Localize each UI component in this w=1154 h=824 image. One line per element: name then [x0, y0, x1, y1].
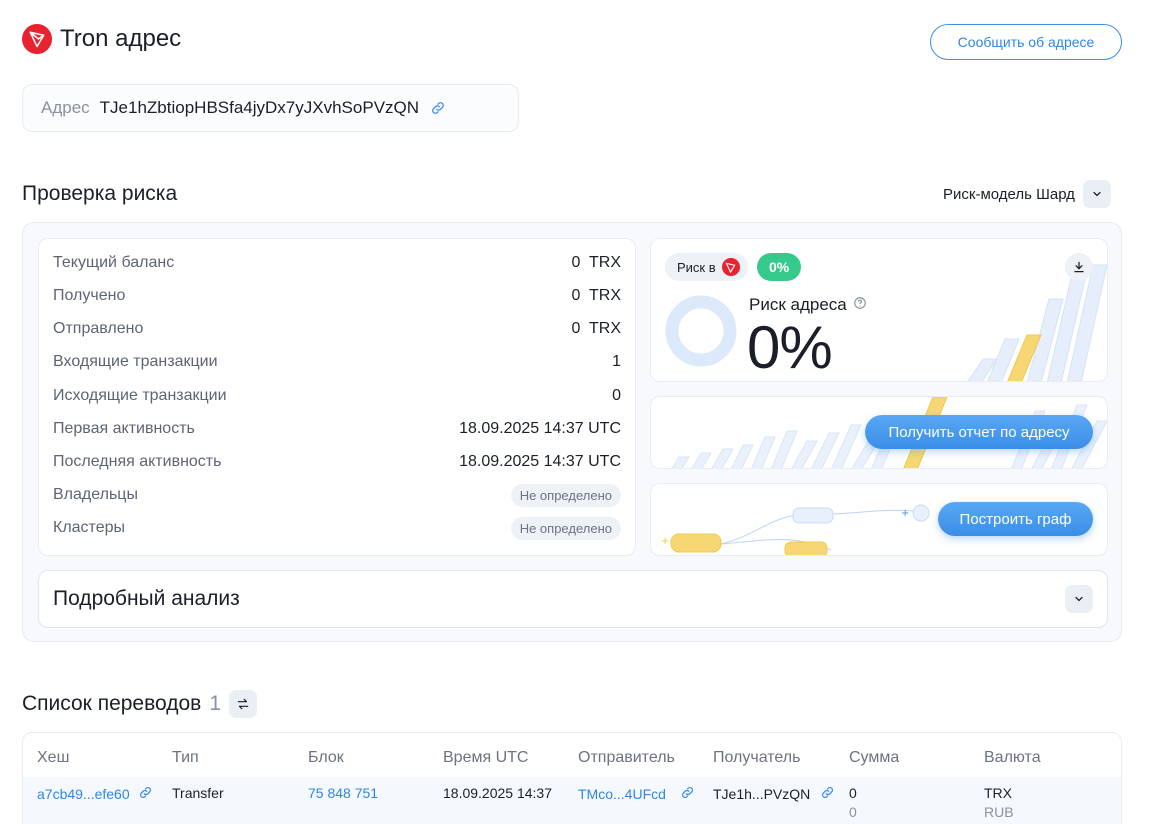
chevron-down-icon[interactable] — [1065, 585, 1093, 613]
risk-score-value: 0% — [747, 314, 833, 381]
transfers-header: Список переводов 1 — [22, 690, 258, 718]
address-label: Адрес — [41, 98, 90, 117]
stat-value: 0 TRX — [571, 320, 622, 337]
stat-row: Владельцы Не определено — [53, 483, 621, 507]
page-title: Tron адрес — [60, 25, 182, 52]
get-report-button[interactable]: Получить отчет по адресу — [865, 415, 1093, 449]
transfers-title: Список переводов — [22, 692, 202, 715]
stat-row: Первая активность 18.09.2025 14:37 UTC — [53, 417, 621, 441]
stat-value: 1 — [612, 353, 621, 370]
time-cell: 18.09.2025 14:37 — [443, 785, 552, 801]
block-link[interactable]: 75 848 751 — [308, 785, 378, 801]
report-card: Получить отчет по адресу — [650, 396, 1108, 469]
question-circle-icon[interactable] — [853, 295, 867, 315]
tron-logo-icon — [22, 24, 52, 54]
stat-label: Входящие транзакции — [53, 353, 218, 370]
tron-logo-icon — [721, 258, 740, 276]
column-header: Валюта — [984, 749, 1041, 766]
currency-cell: TRX RUB — [984, 785, 1014, 820]
currency-alt-value: RUB — [984, 804, 1014, 820]
hash-cell: a7cb49...efe60 — [37, 785, 153, 803]
currency-value: TRX — [984, 785, 1012, 801]
stat-label: Последняя активность — [53, 453, 222, 470]
stat-value: 0 TRX — [571, 287, 622, 304]
svg-text:+: + — [661, 536, 669, 547]
stat-label: Получено — [53, 287, 126, 304]
risk-score-label: Риск адреса — [749, 295, 847, 314]
link-icon[interactable] — [429, 99, 447, 117]
detailed-analysis-title: Подробный анализ — [53, 587, 240, 610]
stat-label: Отправлено — [53, 320, 144, 337]
sender-cell: TMco...4UFcd — [578, 785, 695, 803]
risk-model-label: Риск-модель Шард — [943, 185, 1075, 203]
risk-panel: Текущий баланс 0 TRX Получено 0 TRX Отпр… — [22, 222, 1122, 642]
graph-card: + + Построить граф — [650, 483, 1108, 556]
risk-model-selector[interactable]: Риск-модель Шард — [943, 180, 1111, 208]
risk-check-title: Проверка риска — [22, 182, 178, 205]
link-icon[interactable] — [820, 785, 835, 803]
column-header: Хеш — [37, 749, 70, 766]
amount-cell: 0 0 — [849, 785, 857, 820]
report-address-button[interactable]: Сообщить об адресе — [930, 24, 1122, 60]
address-box: Адрес TJe1hZbtiopHBSfa4jyDx7yJXvhSoPVzQN — [22, 84, 519, 132]
amount-value: 0 — [849, 785, 857, 801]
risk-percent-badge: 0% — [757, 253, 802, 281]
stat-value: 0 TRX — [571, 254, 622, 271]
stat-value: 18.09.2025 14:37 UTC — [459, 453, 621, 470]
detailed-analysis-accordion[interactable]: Подробный анализ — [38, 570, 1108, 628]
stat-label: Первая активность — [53, 420, 195, 437]
status-badge: Не определено — [510, 516, 621, 540]
sender-link[interactable]: TMco...4UFcd — [578, 786, 666, 802]
stat-label: Исходящие транзакции — [53, 387, 227, 404]
build-graph-button[interactable]: Построить граф — [938, 502, 1093, 536]
recipient-value: TJe1h...PVzQN — [713, 786, 811, 802]
column-header: Отправитель — [578, 749, 675, 766]
stats-card: Текущий баланс 0 TRX Получено 0 TRX Отпр… — [38, 238, 636, 556]
risk-score-label-wrap: Риск адреса — [749, 295, 867, 315]
stat-row: Входящие транзакции 1 — [53, 350, 621, 374]
download-icon[interactable] — [1065, 253, 1093, 281]
stat-label: Кластеры — [53, 519, 125, 536]
transfers-count: 1 — [209, 692, 222, 715]
stat-row: Последняя активность 18.09.2025 14:37 UT… — [53, 450, 621, 474]
risk-in-label: Риск в — [677, 259, 716, 275]
stat-label: Владельцы — [53, 486, 138, 503]
svg-text:+: + — [901, 508, 909, 519]
stat-row: Отправлено 0 TRX — [53, 317, 621, 341]
column-header: Получатель — [713, 749, 801, 766]
stat-row: Получено 0 TRX — [53, 284, 621, 308]
swap-arrows-icon[interactable] — [229, 690, 258, 718]
type-cell: Transfer — [172, 785, 224, 801]
column-header: Сумма — [849, 749, 900, 766]
table-row: a7cb49...efe60 Transfer 75 848 751 18.09… — [23, 777, 1121, 824]
risk-score-card: Риск в 0% Риск адреса 0% — [650, 238, 1108, 382]
chevron-down-icon[interactable] — [1082, 180, 1111, 208]
amount-alt-value: 0 — [849, 804, 857, 820]
risk-in-chip: Риск в — [665, 253, 748, 281]
stat-row: Исходящие транзакции 0 — [53, 384, 621, 408]
column-header: Блок — [308, 749, 344, 766]
link-icon[interactable] — [680, 785, 695, 803]
hash-link[interactable]: a7cb49...efe60 — [37, 786, 130, 802]
stat-label: Текущий баланс — [53, 254, 175, 271]
stat-row: Текущий баланс 0 TRX — [53, 251, 621, 275]
address-value: TJe1hZbtiopHBSfa4jyDx7yJXvhSoPVzQN — [99, 98, 420, 117]
stat-value: 0 — [612, 387, 621, 404]
risk-donut-chart — [665, 295, 737, 367]
transfers-table: Хеш Тип Блок Время UTC Отправитель Получ… — [22, 732, 1122, 824]
stat-value: 18.09.2025 14:37 UTC — [459, 420, 621, 437]
link-icon[interactable] — [138, 785, 153, 803]
column-header: Тип — [172, 749, 199, 766]
stat-row: Кластеры Не определено — [53, 516, 621, 540]
page-header: Tron адрес — [22, 24, 181, 54]
recipient-cell: TJe1h...PVzQN — [713, 785, 835, 803]
status-badge: Не определено — [510, 483, 621, 507]
column-header: Время UTC — [443, 749, 529, 766]
